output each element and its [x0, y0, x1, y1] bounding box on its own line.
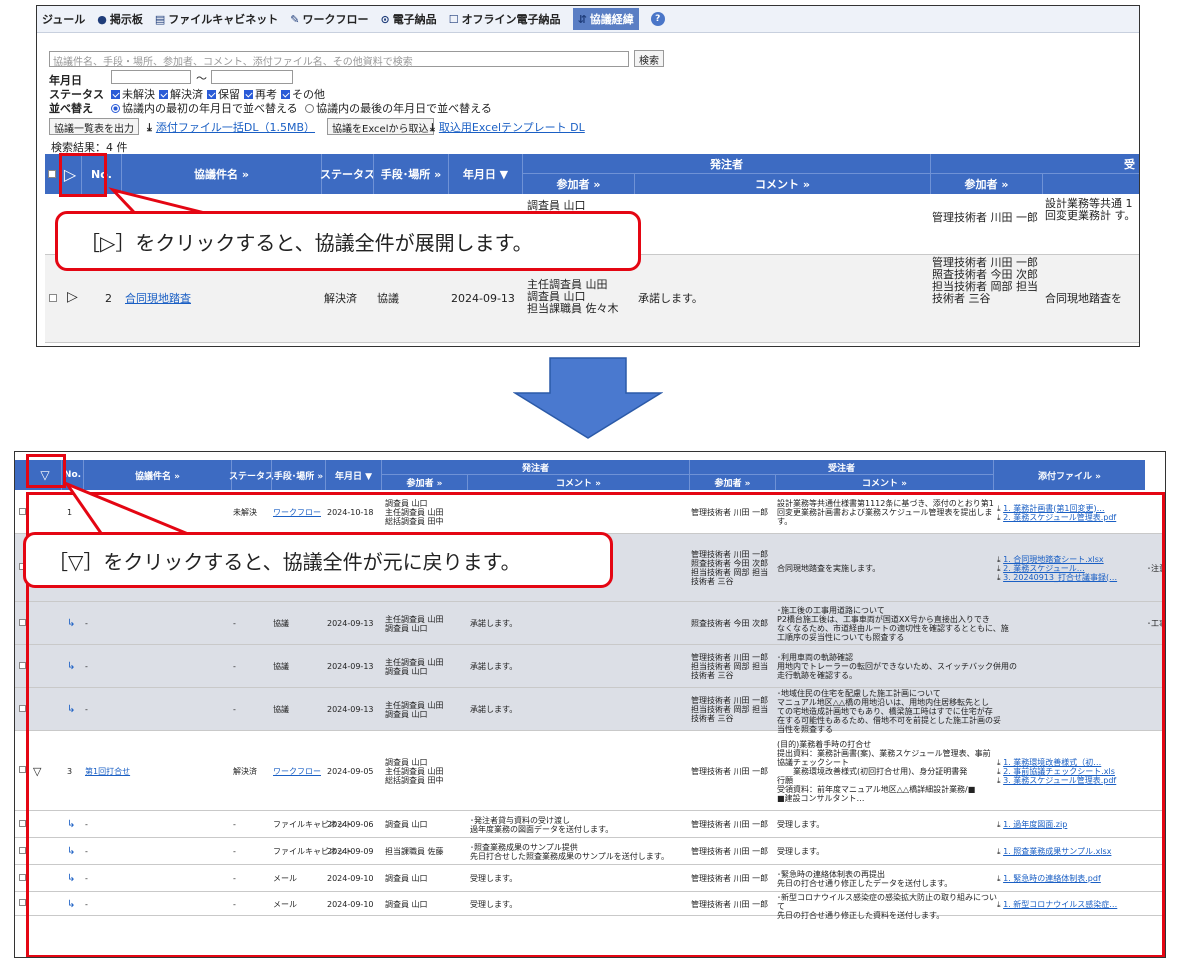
tab-label: 協議経緯 — [589, 13, 634, 26]
sort-last-radio[interactable] — [305, 104, 315, 113]
row-checkbox[interactable] — [19, 846, 26, 856]
tab-icon: ▤ — [154, 12, 166, 26]
tab-icon: ⇵ — [577, 12, 587, 26]
tab-4[interactable]: ✎ ワークフロー — [290, 11, 368, 27]
status-checkbox[interactable] — [244, 90, 253, 99]
tab-label: ワークフロー — [302, 13, 369, 26]
col-means[interactable]: 手段･場所 » — [271, 460, 325, 490]
tab-2[interactable]: ● 掲示板 — [97, 11, 143, 27]
template-download-label: 取込用Excelテンプレート DL — [438, 121, 585, 134]
tab-icon: ⊙ — [380, 12, 390, 26]
col-contractor-comment — [1042, 174, 1139, 194]
tab-label: 掲示板 — [109, 13, 143, 26]
row-no: 2 — [105, 292, 112, 305]
date-from-input[interactable] — [111, 70, 191, 84]
row-expand-icon[interactable]: ▷ — [67, 290, 78, 304]
template-download-link[interactable]: ⤓ 取込用Excelテンプレート DL — [430, 119, 585, 135]
download-icon: ⤓ — [430, 121, 435, 134]
row-checkbox[interactable] — [19, 873, 26, 883]
row-checkbox[interactable] — [19, 704, 26, 714]
select-all-checkbox[interactable] — [45, 154, 59, 194]
search-button[interactable]: 検索 — [634, 50, 664, 67]
sort-first-radio[interactable] — [111, 104, 120, 113]
contractor-participants: 管理技術者 川田 一郎 — [932, 211, 1038, 224]
download-icon: ⤓ — [147, 121, 152, 134]
tab-5[interactable]: ⊙ 電子納品 — [380, 11, 436, 27]
sort-radios[interactable]: 協議内の最初の年月日で並べ替える 協議内の最後の年月日で並べ替える — [111, 100, 492, 116]
bulk-download-link[interactable]: ⤓ 添付ファイル一括DL（1.5MB） — [147, 119, 315, 135]
main-tab-bar: ジュール ● 掲示板 ▤ ファイルキャビネット ✎ ワークフロー ⊙ 電子納品 ☐ オフライン電子納… — [37, 6, 1139, 33]
col-contractor: 受注者 — [689, 460, 993, 475]
orderer-participants: 主任調査員 山田 調査員 山口 担当課職員 佐々木 — [527, 278, 619, 315]
row-checkbox[interactable] — [19, 766, 26, 775]
col-status: ステータス — [320, 154, 375, 194]
sort-last-label: 協議内の最後の年月日で並べ替える — [316, 102, 492, 115]
date-to-input[interactable] — [211, 70, 293, 84]
consultation-list-panel: ジュール ● 掲示板 ▤ ファイルキャビネット ✎ ワークフロー ⊙ 電子納品 ☐ オフライン電子納… — [36, 5, 1140, 347]
tab-3[interactable]: ▤ ファイルキャビネット — [155, 11, 278, 27]
row-checkbox[interactable] — [19, 819, 26, 829]
col-contractor-participant[interactable]: 参加者 » — [930, 174, 1042, 194]
col-orderer: 発注者 — [522, 154, 930, 174]
sort-label: 並べ替え — [49, 102, 93, 115]
bulk-download-label: 添付ファイル一括DL（1.5MB） — [155, 121, 316, 134]
callout-collapse: ［▽］をクリックすると、協議全件が元に戻ります。 — [23, 532, 613, 588]
col-orderer-comment[interactable]: コメント » — [467, 475, 689, 490]
tab-7[interactable]: ⇵ 協議経緯 — [572, 8, 639, 30]
row-checkbox[interactable] — [19, 661, 26, 671]
tab-label: 電子納品 — [392, 13, 437, 26]
tab-1[interactable]: ジュール — [39, 11, 85, 27]
row-checkbox[interactable] — [19, 618, 26, 628]
col-contractor-comment[interactable]: コメント » — [775, 475, 993, 490]
export-list-button[interactable]: 協議一覧表を出力 — [49, 118, 139, 135]
tab-icon: ☐ — [448, 12, 459, 26]
tab-icon: ● — [97, 12, 107, 26]
col-status: ステータス — [229, 460, 274, 490]
tab-label: ジュール — [42, 13, 86, 26]
col-means[interactable]: 手段･場所 » — [373, 154, 448, 194]
col-orderer-participant[interactable]: 参加者 » — [522, 174, 634, 194]
status-checkbox[interactable] — [207, 90, 216, 99]
search-input[interactable]: 協議件名、手段・場所、参加者、コメント、添付ファイル名、その他資料で検索 — [49, 51, 629, 67]
import-excel-button[interactable]: 協議をExcelから取込 — [327, 118, 434, 135]
row-status: 解決済 — [324, 292, 357, 305]
tab-icon: ✎ — [290, 12, 300, 26]
status-checkbox[interactable] — [281, 90, 290, 99]
row-checkbox[interactable] — [49, 293, 57, 305]
col-date[interactable]: 年月日 ▼ — [325, 460, 381, 490]
col-orderer-comment[interactable]: コメント » — [634, 174, 930, 194]
row-name-link[interactable]: 合同現地踏査 — [125, 293, 191, 305]
row-date: 2024-09-13 — [451, 292, 515, 305]
consultation-list-expanded-panel: ▽ No. 協議件名 » ステータス 手段･場所 » 年月日 ▼ 発注者 参加者… — [14, 451, 1166, 958]
tab-6[interactable]: ☐ オフライン電子納品 — [449, 11, 561, 27]
down-arrow-icon — [513, 357, 663, 439]
col-contractor: 受 — [930, 154, 1139, 174]
status-checkbox[interactable] — [111, 90, 120, 99]
contractor-comment: 設計業務等共通 1回変更業務計 す。 — [1045, 197, 1136, 222]
help-icon[interactable]: ? — [650, 12, 665, 26]
tab-label: ファイルキャビネット — [168, 13, 279, 26]
col-orderer-participant[interactable]: 参加者 » — [381, 475, 467, 490]
col-date[interactable]: 年月日 ▼ — [448, 154, 522, 194]
status-checkbox[interactable] — [159, 90, 168, 99]
contractor-participants: 管理技術者 川田 一郎 照査技術者 今田 次郎 担当技術者 岡部 担当技術者 三… — [932, 256, 1038, 305]
sort-first-label: 協議内の最初の年月日で並べ替える — [122, 102, 298, 115]
row-checkbox[interactable] — [19, 507, 26, 517]
contractor-comment: 合同現地踏査を — [1045, 292, 1122, 305]
row-means: 協議 — [377, 292, 399, 305]
tab-label: オフライン電子納品 — [461, 13, 561, 26]
callout-expand: ［▷］をクリックすると、協議全件が展開します。 — [55, 211, 641, 271]
orderer-comment: 承諾します。 — [638, 292, 703, 305]
col-contractor-participant[interactable]: 参加者 » — [689, 475, 775, 490]
col-orderer: 発注者 — [381, 460, 689, 475]
date-separator: ～ — [196, 72, 207, 85]
row-checkbox[interactable] — [19, 899, 26, 908]
col-attachments[interactable]: 添付ファイル » — [993, 460, 1145, 490]
